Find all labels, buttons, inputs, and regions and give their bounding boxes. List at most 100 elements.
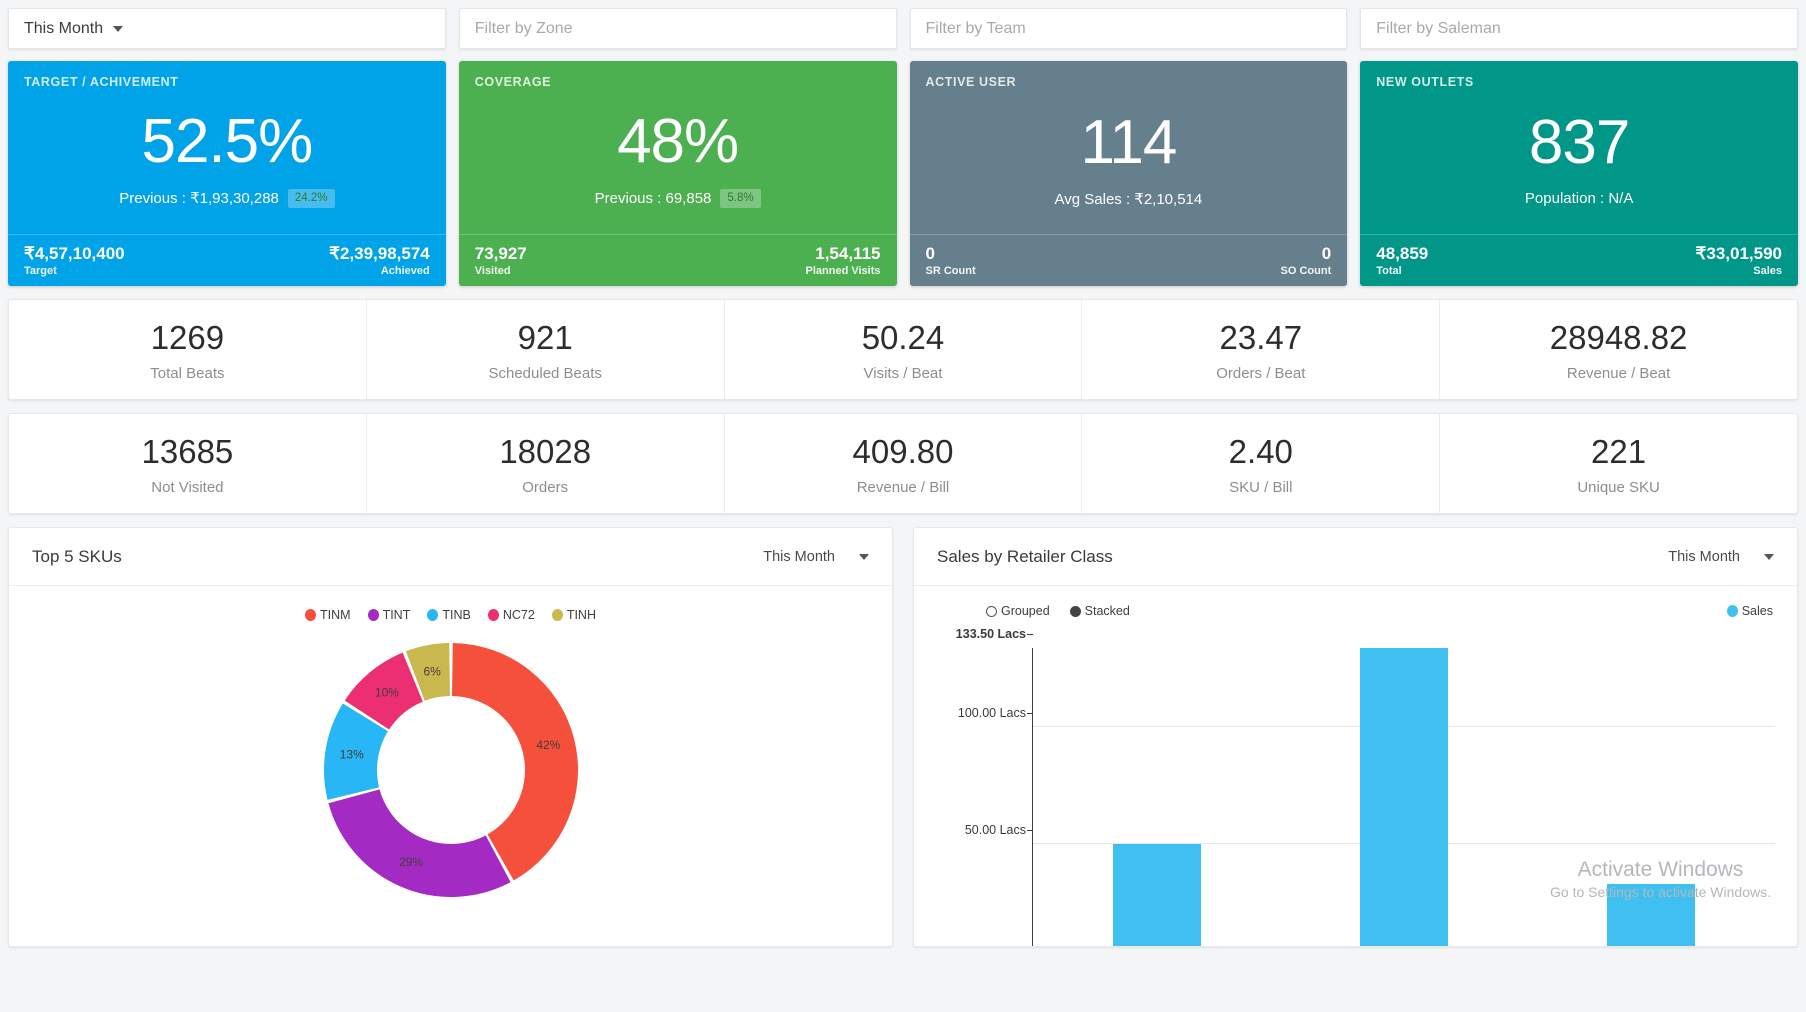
metric-not-visited: 13685 Not Visited — [9, 414, 367, 513]
kpi-footer-left-label: Target — [24, 264, 57, 277]
metric-value: 23.47 — [1219, 319, 1303, 357]
kpi-footer-right-label: SO Count — [1280, 264, 1332, 277]
retailer-period-value: This Month — [1668, 548, 1740, 565]
filter-team-input[interactable]: Filter by Team — [909, 8, 1348, 49]
panel-title: Top 5 SKUs — [32, 546, 122, 566]
filter-team-placeholder: Filter by Team — [925, 19, 1026, 37]
panel-top-5-skus: Top 5 SKUs This Month TINM TINT TINB NC72 TI… — [8, 527, 893, 947]
donut-legend-item-tinm[interactable]: TINM — [305, 608, 351, 622]
filter-saleman-placeholder: Filter by Saleman — [1376, 19, 1501, 37]
mode-option-grouped[interactable]: Grouped — [986, 604, 1050, 618]
kpi-footer-left-label: SR Count — [925, 264, 976, 277]
kpi-footer-right: 1,54,115 Planned Visits — [806, 244, 881, 277]
donut-legend-label: TINT — [382, 608, 411, 622]
legend-color-dot — [427, 609, 439, 621]
donut-legend-label: TINM — [320, 608, 351, 622]
kpi-footer-left-label: Visited — [474, 264, 511, 277]
kpi-footer-left-value: ₹4,57,10,400 — [24, 244, 125, 264]
panel-title: Sales by Retailer Class — [937, 546, 1113, 566]
bar-3[interactable] — [1607, 884, 1696, 946]
series-legend-label: Sales — [1741, 604, 1773, 618]
metric-value: 13685 — [141, 433, 234, 471]
donut-legend-label: TINH — [566, 608, 596, 622]
kpi-subline: Population : N/A — [1525, 190, 1633, 207]
kpi-footer-left-value: 0 — [925, 244, 935, 264]
metric-revenue-per-bill: 409.80 Revenue / Bill — [725, 414, 1083, 513]
donut-legend-item-tint[interactable]: TINT — [367, 608, 411, 622]
sku-period-select[interactable]: This Month — [763, 549, 869, 565]
bar-series-sales — [1033, 648, 1775, 946]
filter-zone-input[interactable]: Filter by Zone — [458, 8, 897, 49]
kpi-footer: 48,859 Total ₹33,01,590 Sales — [1360, 234, 1798, 286]
donut-slice-tint[interactable] — [327, 789, 511, 897]
kpi-value: 48% — [617, 107, 739, 177]
donut-legend: TINM TINT TINB NC72 TINH — [9, 608, 892, 622]
kpi-delta-badge: 24.2% — [287, 189, 335, 208]
y-axis-tick-label: 100.00 Lacs — [958, 706, 1034, 720]
kpi-previous-text: Avg Sales : ₹2,10,514 — [1054, 190, 1203, 208]
filter-zone-placeholder: Filter by Zone — [474, 19, 573, 37]
metric-value: 2.40 — [1228, 433, 1293, 471]
radio-selected-icon — [1069, 605, 1081, 617]
y-axis-tick-label: 50.00 Lacs — [965, 823, 1034, 837]
panel-header: Top 5 SKUs This Month — [9, 528, 892, 586]
filter-period-select[interactable]: This Month — [8, 8, 446, 49]
donut-legend-item-tinh[interactable]: TINH — [551, 608, 596, 622]
kpi-card-target-achievement[interactable]: TARGET / ACHIVEMENT 52.5% Previous : ₹1,… — [8, 61, 446, 286]
bar-1[interactable] — [1112, 844, 1201, 946]
kpi-title: ACTIVE USER — [925, 75, 1017, 89]
kpi-body: NEW OUTLETS 837 Population : N/A — [1360, 61, 1798, 234]
kpi-previous-text: Previous : ₹1,93,30,288 — [119, 190, 279, 208]
kpi-footer-left-label: Total — [1376, 264, 1402, 277]
kpi-title: TARGET / ACHIVEMENT — [24, 75, 179, 89]
metric-strip-secondary: 13685 Not Visited 18028 Orders 409.80 Re… — [8, 413, 1798, 514]
kpi-footer-right-label: Planned Visits — [805, 264, 881, 277]
y-axis-tick-label: 133.50 Lacs — [956, 627, 1034, 641]
kpi-footer-right-value: ₹2,39,98,574 — [329, 244, 430, 264]
kpi-footer-left: 73,927 Visited — [475, 244, 527, 277]
kpi-footer: ₹4,57,10,400 Target ₹2,39,98,574 Achieve… — [8, 234, 446, 286]
mode-option-stacked[interactable]: Stacked — [1069, 604, 1130, 618]
panel-header: Sales by Retailer Class This Month — [914, 528, 1797, 586]
kpi-center: 114 Avg Sales : ₹2,10,514 — [926, 89, 1332, 234]
metric-value: 921 — [517, 319, 573, 357]
donut-chart[interactable]: 42% 29% 13% 10% 6% — [321, 640, 581, 900]
kpi-subline: Previous : ₹1,93,30,288 24.2% — [119, 189, 335, 208]
metric-label: Revenue / Bill — [856, 478, 950, 496]
kpi-value: 52.5% — [141, 107, 313, 177]
metric-value: 50.24 — [861, 319, 945, 357]
kpi-footer-left-value: 48,859 — [1376, 244, 1429, 264]
donut-legend-item-nc72[interactable]: NC72 — [487, 608, 535, 622]
kpi-value: 837 — [1528, 108, 1630, 177]
bar-2[interactable] — [1359, 648, 1448, 946]
legend-color-dot — [1726, 605, 1738, 617]
kpi-card-coverage[interactable]: COVERAGE 48% Previous : 69,858 5.8% 73,9… — [458, 61, 897, 286]
kpi-card-new-outlets[interactable]: NEW OUTLETS 837 Population : N/A 48,859 … — [1360, 61, 1798, 286]
kpi-previous-text: Population : N/A — [1524, 190, 1634, 207]
donut-slice-label: 6% — [423, 664, 441, 678]
donut-slice-label: 42% — [536, 738, 560, 752]
metric-label: Visits / Beat — [863, 364, 943, 382]
legend-color-dot — [367, 609, 379, 621]
bar-chart[interactable]: 50.00 Lacs 100.00 Lacs 133.50 Lacs Activat… — [914, 627, 1797, 946]
bar-slot — [1528, 648, 1775, 946]
metric-visits-per-beat: 50.24 Visits / Beat — [725, 300, 1083, 399]
panel-body: Grouped Stacked Sales 50.00 Lacs 100.00 L… — [914, 586, 1797, 946]
metric-value: 221 — [1591, 433, 1647, 471]
metric-revenue-per-beat: 28948.82 Revenue / Beat — [1440, 300, 1797, 399]
kpi-center: 52.5% Previous : ₹1,93,30,288 24.2% — [24, 89, 430, 234]
retailer-period-select[interactable]: This Month — [1668, 549, 1774, 565]
kpi-delta-badge: 5.8% — [720, 189, 761, 208]
filter-saleman-input[interactable]: Filter by Saleman — [1360, 8, 1798, 49]
metric-label: SKU / Bill — [1229, 478, 1293, 496]
kpi-value: 114 — [1080, 107, 1177, 177]
kpi-title: COVERAGE — [474, 75, 552, 89]
kpi-card-active-user[interactable]: ACTIVE USER 114 Avg Sales : ₹2,10,514 0 … — [909, 61, 1348, 286]
donut-legend-item-tinb[interactable]: TINB — [427, 608, 471, 622]
series-legend-sales[interactable]: Sales — [1726, 604, 1773, 618]
metric-label: Revenue / Beat — [1566, 364, 1671, 382]
legend-color-dot — [305, 609, 317, 621]
metric-orders: 18028 Orders — [367, 414, 725, 513]
metric-sku-per-bill: 2.40 SKU / Bill — [1082, 414, 1441, 513]
kpi-footer-right: 0 SO Count — [1281, 244, 1332, 277]
